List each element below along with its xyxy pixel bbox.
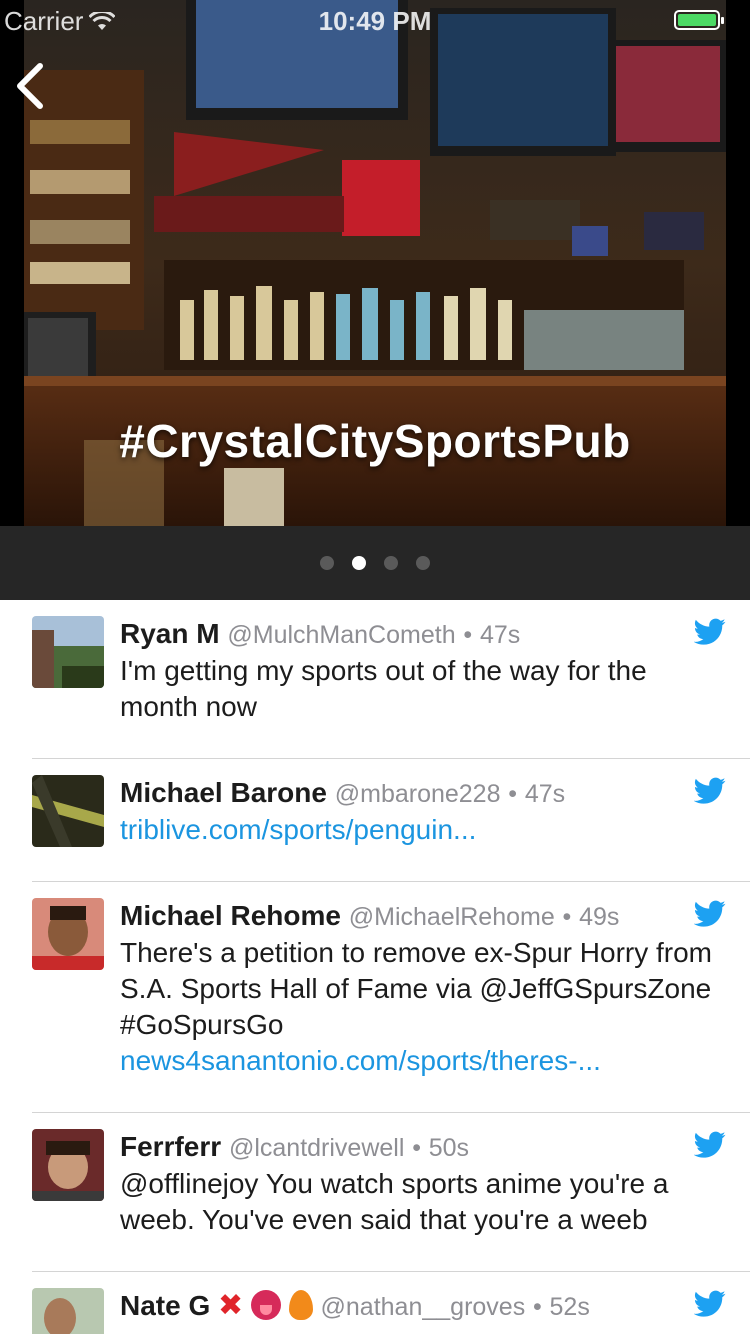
tweet-author-name[interactable]: Nate G <box>120 1290 210 1321</box>
status-bar: Carrier 10:49 PM <box>0 0 750 40</box>
tweet-time: 52s <box>549 1293 590 1321</box>
tweet-content: Michael Barone @mbarone228 • 47s tribliv… <box>120 775 726 848</box>
cross-mark-emoji: ✖ <box>218 1289 244 1322</box>
avatar[interactable] <box>32 1288 104 1334</box>
tweet-item[interactable]: Michael Barone @mbarone228 • 47s tribliv… <box>32 759 750 882</box>
twitter-bird-icon <box>694 777 726 804</box>
avatar[interactable] <box>32 775 104 847</box>
twitter-bird-icon <box>694 900 726 927</box>
tweet-link[interactable]: triblive.com/sports/penguin... <box>120 812 726 848</box>
tweet-handle[interactable]: @nathan__groves <box>321 1293 526 1321</box>
battery-level <box>678 14 716 26</box>
page-dot-4[interactable] <box>416 556 430 570</box>
tweet-header: Ferrferr @lcantdrivewell • 50s <box>120 1129 726 1166</box>
tweet-author-name[interactable]: Ferrferr <box>120 1131 221 1162</box>
tweet-content: Nate G ✖ @nathan__groves • 52s <box>120 1288 726 1325</box>
battery-nub <box>721 17 724 24</box>
tweet-item[interactable]: Ferrferr @lcantdrivewell • 50s @offlinej… <box>32 1113 750 1272</box>
twitter-bird-icon <box>694 1131 726 1158</box>
tweet-content: Michael Rehome @MichaelRehome • 49s Ther… <box>120 898 726 1079</box>
separator-dot: • <box>562 903 572 931</box>
tweet-content: Ryan M @MulchManCometh • 47s I'm getting… <box>120 616 726 725</box>
tweet-link[interactable]: news4sanantonio.com/sports/theres-... <box>120 1043 726 1079</box>
tweet-text: There's a petition to remove ex-Spur Hor… <box>120 937 713 1040</box>
tweet-item[interactable]: Michael Rehome @MichaelRehome • 49s Ther… <box>32 882 750 1113</box>
battery-icon <box>674 10 724 30</box>
chevron-left-icon <box>17 63 43 109</box>
tweet-author-name[interactable]: Michael Rehome <box>120 900 341 931</box>
tweet-time: 49s <box>579 903 620 931</box>
tweet-text: I'm getting my sports out of the way for… <box>120 655 647 722</box>
separator-dot: • <box>508 780 518 808</box>
tweet-handle[interactable]: @MichaelRehome <box>349 903 555 931</box>
page-dot-3[interactable] <box>384 556 398 570</box>
tweet-header: Michael Barone @mbarone228 • 47s <box>120 775 726 812</box>
tweet-item[interactable]: Ryan M @MulchManCometh • 47s I'm getting… <box>32 600 750 759</box>
tweet-feed[interactable]: Ryan M @MulchManCometh • 47s I'm getting… <box>0 600 750 1334</box>
tweet-item[interactable]: Nate G ✖ @nathan__groves • 52s <box>32 1272 750 1334</box>
tweet-header: Nate G ✖ @nathan__groves • 52s <box>120 1288 726 1325</box>
tweet-author-name[interactable]: Ryan M <box>120 618 220 649</box>
page-dot-1[interactable] <box>320 556 334 570</box>
page-indicator <box>0 526 750 600</box>
back-button[interactable] <box>10 58 54 114</box>
hero-hashtag: #CrystalCitySportsPub <box>119 415 631 467</box>
twitter-bird-icon <box>694 1290 726 1317</box>
tongue-face-emoji <box>250 1290 281 1320</box>
hero-banner: Carrier 10:49 PM #CrystalCitySportsPub <box>0 0 750 526</box>
tweet-time: 47s <box>479 621 521 649</box>
twitter-bird-icon <box>694 618 726 645</box>
tweet-author-name[interactable]: Michael Barone <box>120 777 327 808</box>
separator-dot: • <box>532 1293 542 1321</box>
separator-dot: • <box>463 621 473 649</box>
tweet-handle[interactable]: @lcantdrivewell <box>229 1134 404 1162</box>
tweet-handle[interactable]: @MulchManCometh <box>227 621 455 649</box>
tweet-content: Ferrferr @lcantdrivewell • 50s @offlinej… <box>120 1129 726 1238</box>
page-dot-2[interactable] <box>352 556 366 570</box>
tweet-time: 47s <box>524 780 566 808</box>
fire-emoji <box>288 1290 313 1320</box>
avatar[interactable] <box>32 616 104 688</box>
avatar[interactable] <box>32 898 104 970</box>
separator-dot: • <box>412 1134 421 1162</box>
tweet-header: Michael Rehome @MichaelRehome • 49s <box>120 898 726 935</box>
tweet-text: @offlinejoy You watch sports anime you'r… <box>120 1168 669 1235</box>
tweet-handle[interactable]: @mbarone228 <box>335 780 501 808</box>
tweet-header: Ryan M @MulchManCometh • 47s <box>120 616 726 653</box>
status-time: 10:49 PM <box>318 6 432 36</box>
avatar[interactable] <box>32 1129 104 1201</box>
tweet-time: 50s <box>428 1134 470 1162</box>
